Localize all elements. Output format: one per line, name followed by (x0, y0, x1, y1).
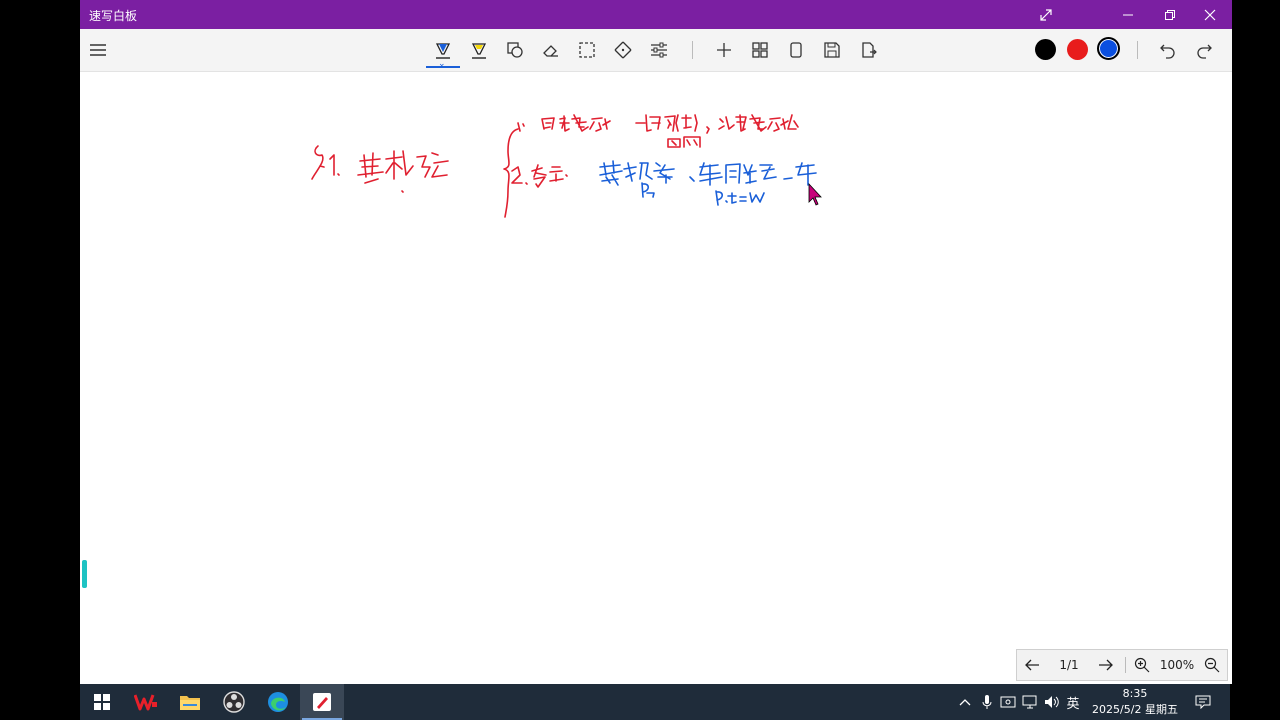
pan-tool-button[interactable] (608, 35, 638, 65)
sliders-icon (651, 42, 667, 58)
clock-time: 8:35 (1122, 687, 1148, 700)
expand-icon (1040, 8, 1052, 21)
hamburger-icon (90, 44, 106, 56)
pages-button[interactable] (745, 35, 775, 65)
zoom-level: 100% (1159, 658, 1195, 672)
color-blue-swatch[interactable] (1097, 37, 1120, 60)
network-icon (1022, 695, 1037, 709)
pen-cursor-icon (808, 182, 822, 206)
toolbar: ⌄ (80, 29, 1232, 72)
handwriting-strokes (311, 114, 822, 218)
microphone-icon (982, 695, 992, 709)
plus-icon (717, 43, 731, 57)
start-icon (94, 694, 110, 710)
lasso-select-icon (579, 42, 595, 58)
pen-icon (435, 43, 451, 59)
previous-page-button[interactable] (1017, 650, 1047, 680)
restore-icon (1165, 9, 1175, 20)
move-icon (614, 41, 632, 59)
save-icon (824, 42, 840, 58)
eraser-icon (543, 45, 558, 57)
toolbar-divider (692, 41, 693, 59)
title-bar: 速写白板 (80, 0, 1232, 29)
taskbar-clock[interactable]: 8:35 2025/5/2 星期五 (1085, 686, 1185, 718)
arrow-right-icon (1099, 659, 1113, 671)
page-icon (790, 42, 802, 58)
chevron-down-icon: ⌄ (438, 59, 446, 69)
zoom-divider (1125, 657, 1126, 673)
microphone-tray[interactable] (978, 684, 996, 720)
screen-icon (1000, 696, 1016, 708)
add-button[interactable] (709, 35, 739, 65)
close-icon (1204, 9, 1216, 20)
obs-app[interactable] (212, 684, 256, 720)
red-ink-strokes (311, 114, 799, 218)
edge-app[interactable] (256, 684, 300, 720)
export-icon (862, 42, 877, 58)
volume-icon (1045, 696, 1059, 708)
drawing-canvas[interactable]: 1/1 100% (80, 71, 1232, 684)
undo-icon (1160, 44, 1175, 59)
save-button[interactable] (817, 35, 847, 65)
restore-button[interactable] (1150, 0, 1190, 29)
fullscreen-button[interactable] (1026, 0, 1066, 29)
wps-icon (134, 694, 157, 711)
volume-tray[interactable] (1042, 684, 1062, 720)
settings-button[interactable] (644, 35, 674, 65)
obs-icon (223, 691, 245, 713)
highlighter-tool-button[interactable] (464, 35, 494, 65)
file-explorer-app[interactable] (168, 684, 212, 720)
undo-button[interactable] (1153, 35, 1183, 65)
chevron-up-icon (959, 699, 971, 706)
whiteboard-window: 速写白板 ⌄ 1/1 100% (80, 0, 1232, 684)
network-tray[interactable] (1020, 684, 1040, 720)
wps-app[interactable] (124, 684, 168, 720)
input-language[interactable]: 英 (1063, 684, 1083, 720)
redo-icon (1197, 44, 1212, 59)
eraser-tool-button[interactable] (536, 35, 566, 65)
color-red-swatch[interactable] (1067, 39, 1088, 60)
page-button[interactable] (781, 35, 811, 65)
tray-overflow-button[interactable] (956, 684, 974, 720)
export-button[interactable] (853, 35, 883, 65)
select-tool-button[interactable] (572, 35, 602, 65)
menu-button[interactable] (83, 35, 113, 65)
file-explorer-icon (180, 696, 200, 710)
minimize-button[interactable] (1108, 0, 1148, 29)
highlighter-icon (471, 43, 487, 59)
redo-button[interactable] (1189, 35, 1219, 65)
window-title: 速写白板 (89, 9, 138, 23)
side-panel-handle[interactable] (82, 560, 87, 588)
clock-date: 2025/5/2 星期五 (1092, 703, 1178, 716)
toolbar-divider (1137, 41, 1138, 59)
page-indicator: 1/1 (1059, 658, 1079, 672)
next-page-button[interactable] (1091, 650, 1121, 680)
zoom-in-button[interactable] (1129, 650, 1155, 680)
windows-taskbar: 英 8:35 2025/5/2 星期五 (80, 684, 1230, 720)
close-button[interactable] (1190, 0, 1230, 29)
shapes-tool-button[interactable] (500, 35, 530, 65)
color-black-swatch[interactable] (1035, 39, 1056, 60)
whiteboard-app[interactable] (300, 684, 344, 720)
notification-icon (1195, 695, 1211, 709)
zoom-out-icon (1204, 657, 1220, 673)
zoom-in-icon (1134, 657, 1150, 673)
minimize-icon (1123, 14, 1133, 15)
start-button[interactable] (80, 684, 124, 720)
notification-center-button[interactable] (1192, 684, 1214, 720)
grid-icon (752, 42, 768, 58)
whiteboard-icon (313, 693, 331, 711)
device-tray[interactable] (998, 684, 1018, 720)
edge-icon (268, 692, 288, 712)
blue-ink-strokes (599, 160, 817, 206)
arrow-left-icon (1025, 659, 1039, 671)
shapes-icon (507, 42, 523, 58)
zoom-out-button[interactable] (1199, 650, 1225, 680)
page-zoom-bar: 1/1 100% (1016, 649, 1228, 681)
